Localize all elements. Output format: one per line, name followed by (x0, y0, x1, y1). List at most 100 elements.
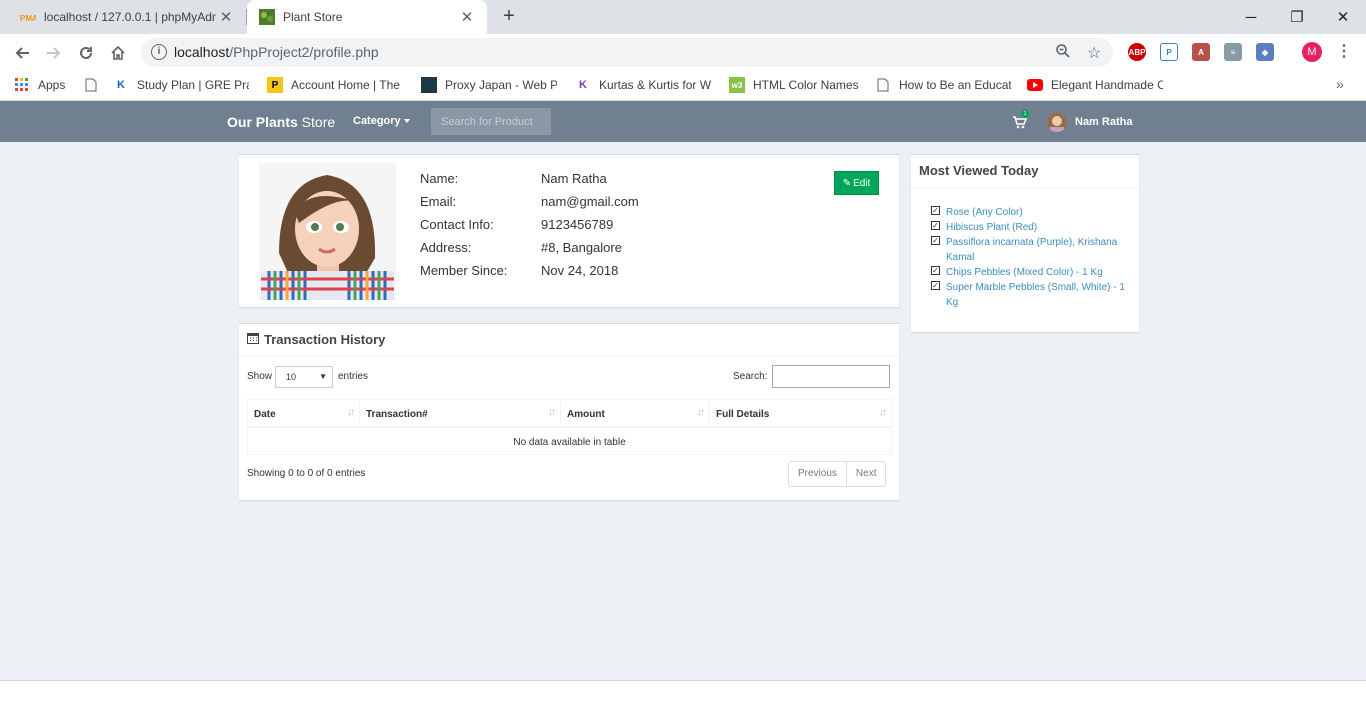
p-logo-icon: P (267, 77, 283, 93)
transactions-table: Date ↓↑ Transaction# ↓↑ Amount ↓↑ Full Deta… (247, 399, 892, 455)
browser-tab-strip: PMA localhost / 127.0.0.1 | phpMyAdm ✕ P… (0, 0, 1366, 34)
url-text: localhost/PhpProject2/profile.php (174, 44, 379, 60)
member-since-value: Nov 24, 2018 (541, 263, 619, 278)
close-icon[interactable]: ✕ (457, 8, 477, 26)
column-header-transaction[interactable]: Transaction# ↓↑ (360, 400, 561, 428)
cube-icon[interactable]: ◆ (1256, 43, 1274, 61)
address-value: #8, Bangalore (541, 240, 622, 255)
checkbox-icon: ✓ (931, 266, 940, 275)
site-info-icon[interactable]: i (151, 44, 167, 60)
bookmark-html-colors[interactable]: w3 HTML Color Names (729, 77, 859, 93)
zoom-icon[interactable] (1055, 43, 1071, 64)
email-value: nam@gmail.com (541, 194, 639, 209)
proxy-icon (421, 77, 437, 93)
user-avatar[interactable] (1047, 112, 1067, 132)
column-header-date[interactable]: Date ↓↑ (248, 400, 360, 428)
reload-icon[interactable] (73, 40, 99, 66)
w3-icon: w3 (729, 77, 745, 93)
transaction-history-card: Transaction History Show 10 ▼ entries Se… (239, 323, 899, 500)
bookmark-kurtas[interactable]: K Kurtas & Kurtis for W (575, 77, 711, 93)
profile-avatar[interactable]: M (1302, 42, 1322, 62)
caret-down-icon (403, 119, 410, 124)
close-icon[interactable]: ✕ (216, 8, 236, 26)
next-page-button[interactable]: Next (845, 462, 886, 486)
name-value: Nam Ratha (541, 171, 607, 186)
checkbox-icon: ✓ (931, 206, 940, 215)
bookmark-study-plan[interactable]: K Study Plan | GRE Prac (113, 77, 249, 93)
bookmark-page[interactable] (83, 77, 107, 93)
browser-menu-icon[interactable]: ⋮ (1336, 42, 1352, 62)
site-brand[interactable]: Our Plants Store (227, 114, 335, 130)
name-label: Name: (420, 171, 459, 186)
tab-title: Plant Store (283, 10, 343, 24)
search-label: Search: (733, 371, 768, 382)
window-close-icon[interactable]: ✕ (1320, 0, 1366, 34)
list-item[interactable]: ✓ Passiflora incarnata (Purple), Krishana… (931, 235, 1131, 265)
most-viewed-card: Most Viewed Today ✓ Rose (Any Color) ✓ Hib… (911, 154, 1139, 332)
column-header-amount[interactable]: Amount ↓↑ (561, 400, 710, 428)
extension-icon[interactable]: P (1160, 43, 1178, 61)
list-item[interactable]: ✓ Rose (Any Color) (931, 205, 1131, 220)
page-icon (875, 77, 891, 93)
address-label: Address: (420, 240, 472, 255)
more-bookmarks-icon[interactable]: » (1336, 76, 1344, 92)
pagination: Previous Next (788, 461, 887, 487)
bookmarks-bar: Apps K Study Plan | GRE Prac P Account H… (0, 71, 1366, 101)
checkbox-icon: ✓ (931, 281, 940, 290)
product-search-input[interactable] (431, 108, 551, 135)
calendar-icon (247, 332, 259, 347)
checkbox-icon: ✓ (931, 236, 940, 245)
email-label: Email: (420, 194, 457, 209)
edit-icon: ✎ (842, 177, 852, 189)
back-icon[interactable] (9, 40, 35, 66)
star-icon[interactable]: ☆ (1087, 43, 1101, 63)
divider (911, 187, 1139, 188)
list-item[interactable]: ✓ Super Marble Pebbles (Small, White) - 1… (931, 280, 1131, 310)
member-since-label: Member Since: (420, 263, 508, 278)
bookmark-account-home[interactable]: P Account Home | The (267, 77, 401, 93)
address-bar[interactable]: i localhost/PhpProject2/profile.php ☆ (141, 38, 1113, 67)
tab-plant-store[interactable]: Plant Store ✕ (247, 0, 487, 34)
new-tab-icon[interactable]: + (498, 5, 520, 27)
pdf-icon[interactable]: A (1192, 43, 1210, 61)
restore-icon[interactable]: ❐ (1274, 0, 1320, 34)
contact-value: 9123456789 (541, 217, 614, 232)
sort-icon: ↓↑ (697, 407, 705, 418)
chevron-down-icon: ▼ (319, 372, 327, 381)
previous-page-button[interactable]: Previous (789, 462, 846, 486)
adblock-icon[interactable]: ABP (1128, 43, 1146, 61)
entries-select[interactable]: 10 ▼ (275, 366, 333, 388)
svg-text:PMA: PMA (20, 14, 36, 23)
cart-count-badge: 1 (1021, 110, 1029, 118)
k-purple-icon: K (579, 79, 587, 91)
bookmark-how-to-be[interactable]: How to Be an Educat (875, 77, 1011, 93)
user-name[interactable]: Nam Ratha (1075, 116, 1132, 128)
k-logo-icon: K (117, 79, 125, 91)
edit-profile-button[interactable]: ✎ Edit (834, 171, 879, 195)
page-icon (83, 77, 99, 93)
profile-card: Name: Nam Ratha Email: nam@gmail.com Con… (239, 154, 899, 307)
bookmark-elegant-handmade[interactable]: Elegant Handmade C (1027, 77, 1163, 93)
tab-phpmyadmin[interactable]: PMA localhost / 127.0.0.1 | phpMyAdm ✕ (0, 0, 246, 34)
entries-label: entries (338, 371, 369, 382)
checkbox-icon: ✓ (931, 221, 940, 230)
site-navbar: Our Plants Store Category 1 Nam Ratha (0, 101, 1366, 142)
database-icon[interactable]: ≡ (1224, 43, 1242, 61)
bookmark-proxy-japan[interactable]: Proxy Japan - Web Pr (421, 77, 557, 93)
column-header-full-details[interactable]: Full Details ↓↑ (710, 400, 891, 428)
category-dropdown[interactable]: Category (353, 115, 410, 127)
list-item[interactable]: ✓ Chips Pebbles (Mixed Color) - 1 Kg (931, 265, 1131, 280)
phpmyadmin-icon: PMA (20, 9, 36, 25)
bookmark-apps[interactable]: Apps (14, 77, 65, 93)
contact-label: Contact Info: (420, 217, 494, 232)
show-label: Show (247, 371, 273, 382)
home-icon[interactable] (105, 40, 131, 66)
forward-icon[interactable] (41, 40, 67, 66)
table-search-input[interactable] (772, 365, 890, 388)
page-content: Our Plants Store Category 1 Nam Ratha (0, 101, 1366, 680)
most-viewed-list: ✓ Rose (Any Color) ✓ Hibiscus Plant (Red) … (931, 205, 1131, 310)
most-viewed-title: Most Viewed Today (919, 163, 1039, 178)
list-item[interactable]: ✓ Hibiscus Plant (Red) (931, 220, 1131, 235)
browser-toolbar: i localhost/PhpProject2/profile.php ☆ AB… (0, 34, 1366, 71)
minimize-icon[interactable]: ─ (1228, 0, 1274, 34)
